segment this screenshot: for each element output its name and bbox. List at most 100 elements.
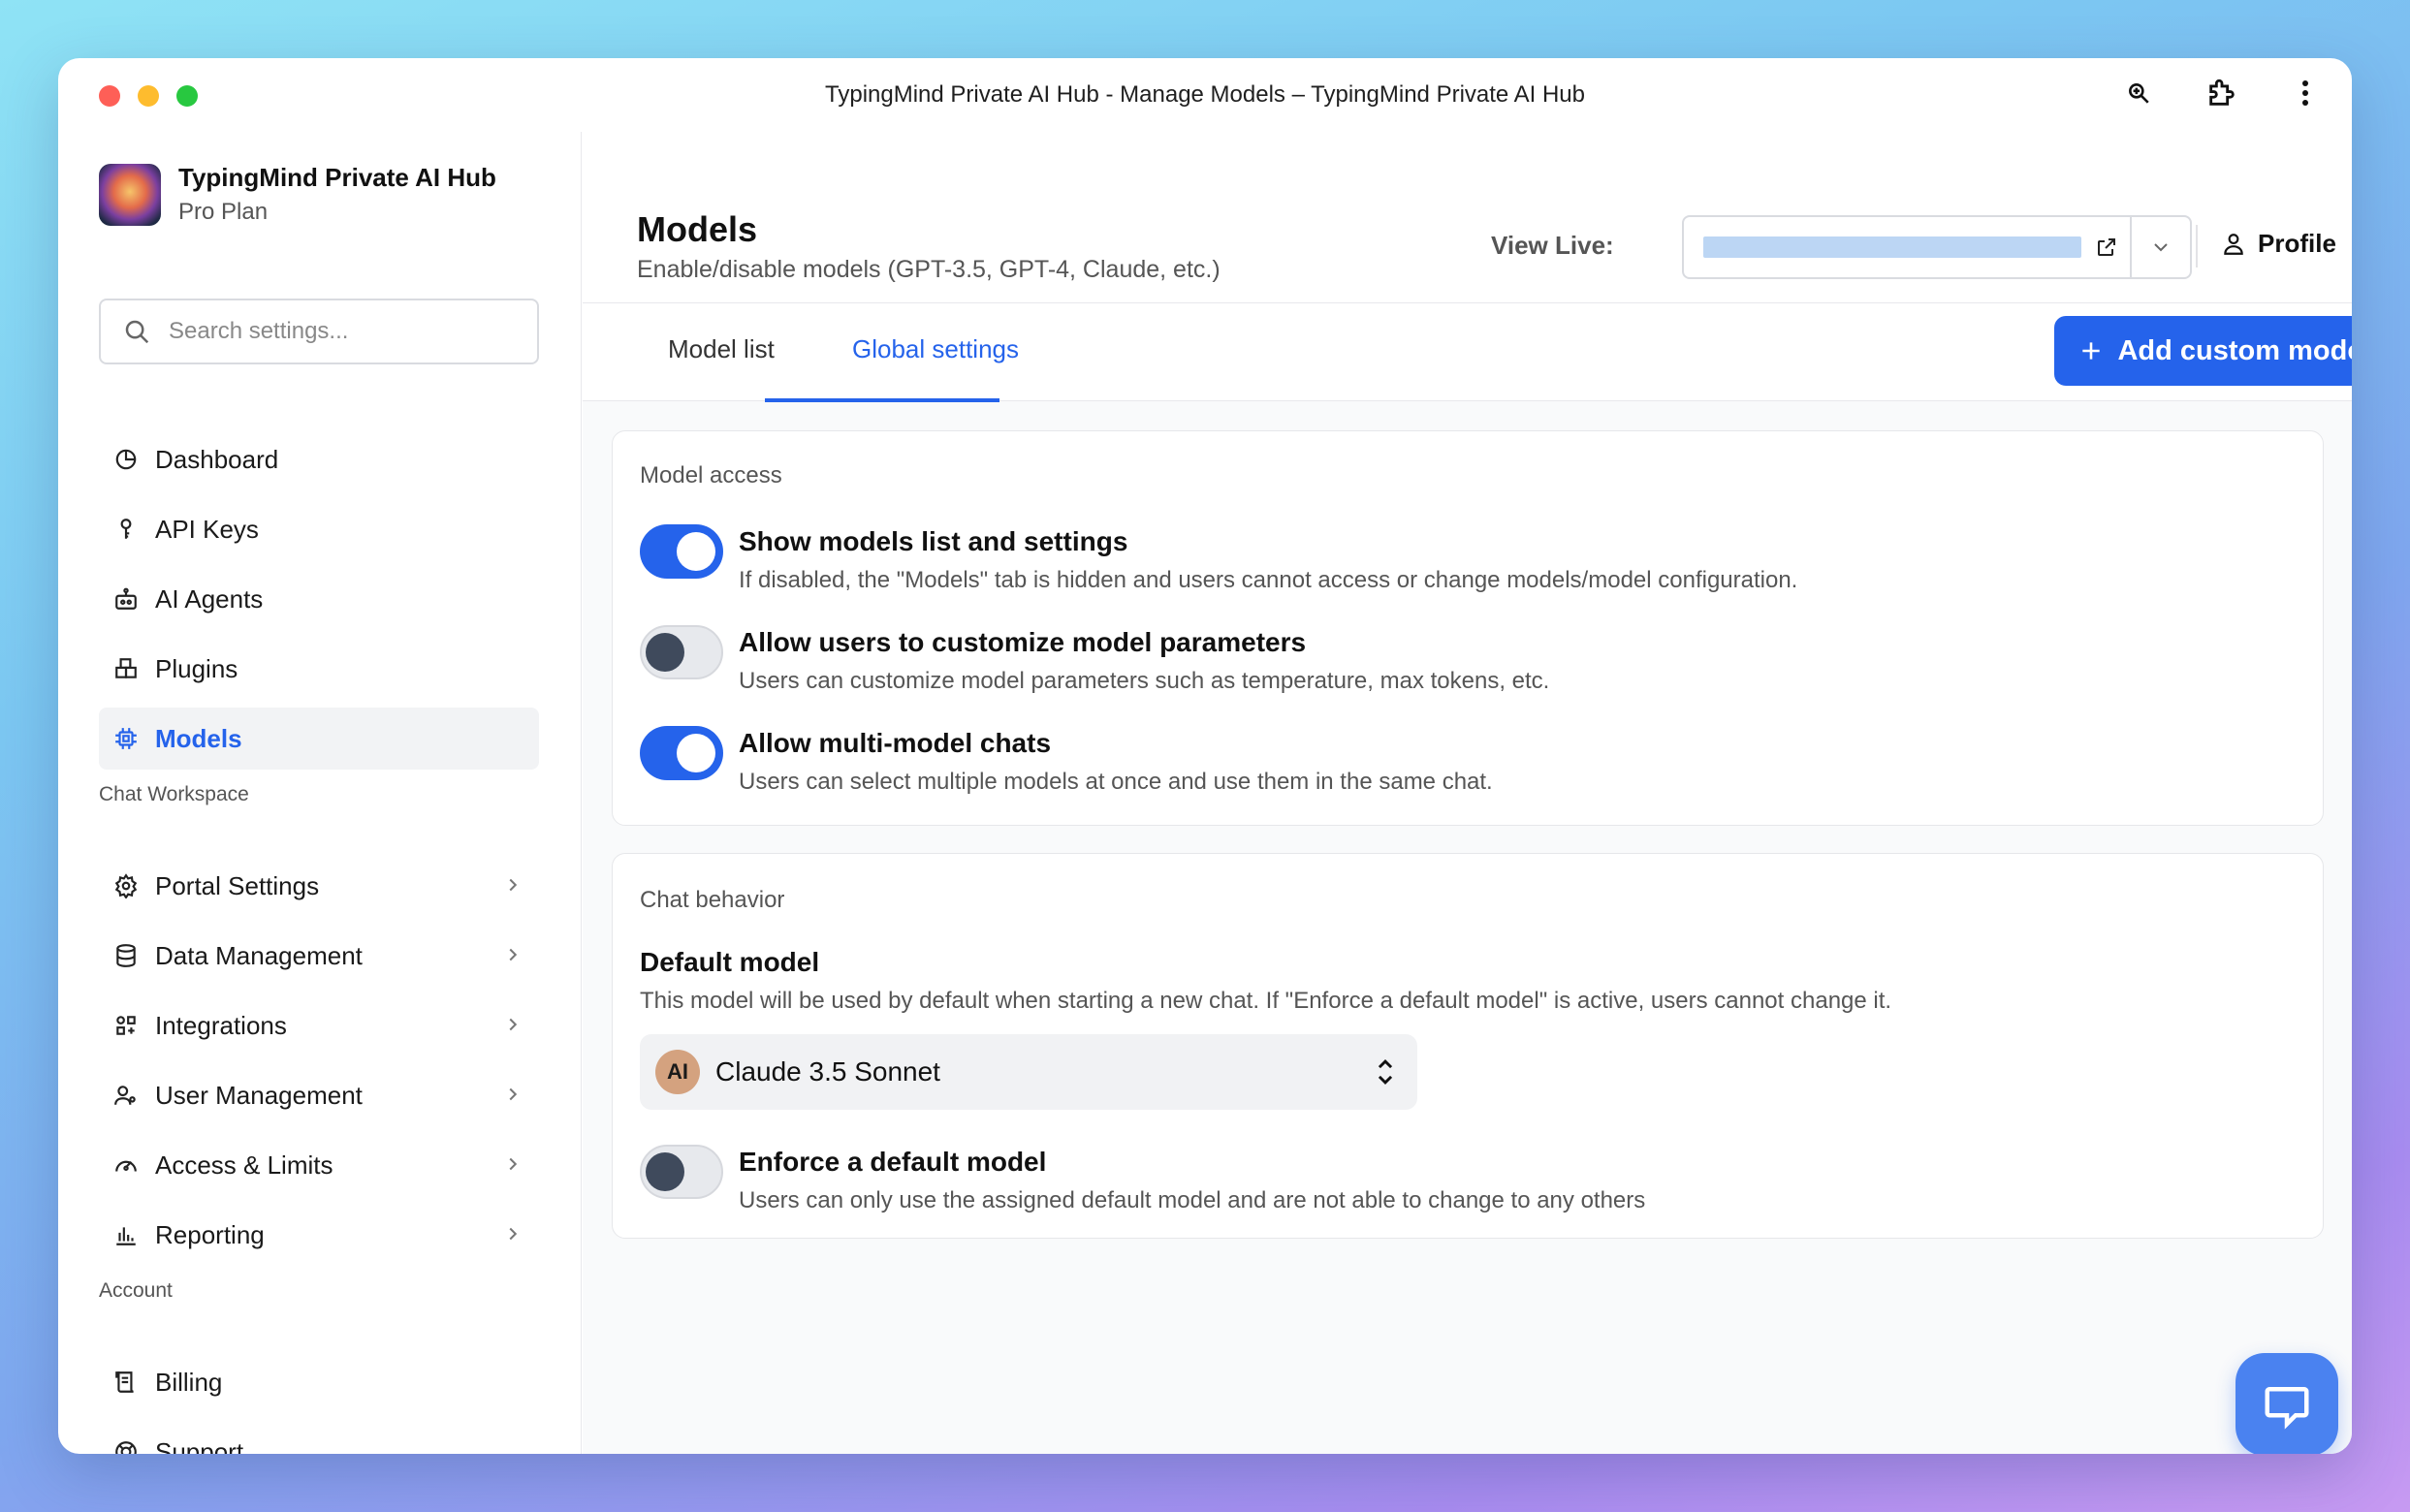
workspace-nav: Portal Settings Data Management Integrat… [99, 855, 539, 1274]
sidebar-item-access-limits[interactable]: Access & Limits [99, 1134, 539, 1196]
setting-title: Allow multi-model chats [739, 728, 1052, 758]
setting-customize-params: Allow users to customize model parameter… [640, 625, 1549, 695]
multi-model-toggle[interactable] [640, 726, 723, 780]
chevron-right-icon [509, 878, 518, 892]
divider [2196, 225, 2198, 268]
tab-global-settings[interactable]: Global settings [852, 334, 1019, 364]
setting-multi-model: Allow multi-model chats Users can select… [640, 726, 1493, 796]
user-icon [2224, 233, 2243, 255]
maximize-window-button[interactable] [176, 85, 198, 107]
view-live-selector[interactable] [1682, 215, 2192, 279]
integrations-icon [112, 1012, 140, 1039]
extensions-icon[interactable] [2204, 76, 2239, 110]
plugins-icon [112, 655, 140, 682]
account-nav: Billing Support [99, 1351, 539, 1454]
sidebar-item-support[interactable]: Support [99, 1421, 539, 1454]
sidebar-item-reporting[interactable]: Reporting [99, 1204, 539, 1266]
chevron-right-icon [509, 1087, 518, 1101]
sidebar-item-ai-agents[interactable]: AI Agents [99, 568, 539, 630]
add-custom-model-button[interactable]: Add custom model [2054, 316, 2352, 386]
section-label-account: Account [99, 1279, 173, 1302]
setting-title: Show models list and settings [739, 526, 1128, 556]
browser-toolbar [2121, 76, 2323, 110]
database-icon [112, 942, 140, 969]
default-model-description: This model will be used by default when … [640, 988, 1892, 1014]
selected-model: Claude 3.5 Sonnet [715, 1056, 940, 1087]
profile-button[interactable]: Profile [2221, 229, 2336, 259]
sidebar-item-label: Billing [155, 1367, 223, 1397]
setting-description: Users can customize model parameters suc… [739, 668, 1550, 694]
minimize-window-button[interactable] [138, 85, 159, 107]
plus-icon [2082, 342, 2101, 360]
brand[interactable]: TypingMind Private AI Hub Pro Plan [99, 163, 496, 226]
sidebar-item-models[interactable]: Models [99, 708, 539, 770]
setting-show-models: Show models list and settings If disable… [640, 524, 1797, 594]
sidebar-item-label: User Management [155, 1080, 363, 1110]
active-tab-indicator [765, 398, 999, 402]
sidebar-item-label: Portal Settings [155, 870, 320, 900]
close-window-button[interactable] [99, 85, 120, 107]
brand-name: TypingMind Private AI Hub [178, 163, 496, 192]
search-input[interactable] [169, 318, 498, 345]
external-link-icon[interactable] [2089, 236, 2124, 259]
sidebar-item-data-management[interactable]: Data Management [99, 925, 539, 987]
default-model-select[interactable]: AI Claude 3.5 Sonnet [640, 1034, 1417, 1110]
anthropic-logo-icon: AI [655, 1050, 700, 1094]
agents-icon [112, 585, 140, 613]
sidebar-item-portal-settings[interactable]: Portal Settings [99, 855, 539, 917]
setting-description: Users can only use the assigned default … [739, 1187, 1646, 1213]
chevron-down-icon[interactable] [2132, 217, 2190, 277]
view-live-url[interactable] [1703, 236, 2081, 258]
sidebar-item-user-management[interactable]: User Management [99, 1064, 539, 1126]
sidebar-item-label: Dashboard [155, 444, 279, 474]
chevron-right-icon [509, 1018, 518, 1031]
model-access-card: Model access Show models list and settin… [612, 430, 2324, 826]
tab-model-list[interactable]: Model list [668, 334, 775, 364]
receipt-icon [112, 1369, 140, 1396]
brand-plan: Pro Plan [178, 199, 269, 225]
chevron-right-icon [509, 948, 518, 961]
search-settings[interactable] [99, 299, 539, 364]
sidebar-item-label: API Keys [155, 514, 259, 544]
more-menu-icon[interactable] [2288, 76, 2323, 110]
window-title: TypingMind Private AI Hub - Manage Model… [825, 81, 1585, 108]
sidebar-item-label: Plugins [155, 653, 238, 683]
customize-params-toggle[interactable] [640, 625, 723, 679]
setting-description: Users can select multiple models at once… [739, 769, 1493, 795]
sidebar-item-label: Reporting [155, 1219, 265, 1249]
window-controls [99, 85, 198, 107]
sidebar-item-label: Integrations [155, 1010, 287, 1040]
section-label-chat-workspace: Chat Workspace [99, 783, 249, 805]
show-models-toggle[interactable] [640, 524, 723, 579]
search-icon [125, 320, 149, 344]
sidebar-item-billing[interactable]: Billing [99, 1351, 539, 1413]
bar-chart-icon [112, 1221, 140, 1248]
sidebar-item-api-keys[interactable]: API Keys [99, 498, 539, 560]
profile-label: Profile [2258, 229, 2336, 258]
setting-title: Allow users to customize model parameter… [739, 627, 1307, 657]
sidebar-item-label: Data Management [155, 940, 363, 970]
chat-behavior-card: Chat behavior Default model This model w… [612, 853, 2324, 1239]
main-content: Models Enable/disable models (GPT-3.5, G… [583, 132, 2352, 1454]
add-custom-model-label: Add custom model [2117, 334, 2352, 366]
setting-enforce-default: Enforce a default model Users can only u… [640, 1145, 1645, 1214]
key-icon [112, 516, 140, 543]
card-title: Model access [640, 462, 782, 488]
sidebar-item-dashboard[interactable]: Dashboard [99, 428, 539, 490]
view-live-label: View Live: [1491, 231, 1614, 260]
pie-chart-icon [112, 446, 140, 473]
chevron-up-down-icon [1378, 1059, 1393, 1085]
sidebar-item-label: Models [155, 723, 242, 753]
sidebar-item-plugins[interactable]: Plugins [99, 638, 539, 700]
chat-support-button[interactable] [2236, 1353, 2338, 1454]
chip-icon [112, 725, 140, 752]
sidebar-item-label: Access & Limits [155, 1150, 333, 1180]
zoom-icon[interactable] [2121, 76, 2156, 110]
chevron-right-icon [509, 1227, 518, 1241]
page-title: Models [637, 209, 758, 249]
enforce-default-toggle[interactable] [640, 1145, 723, 1199]
app-window: TypingMind Private AI Hub - Manage Model… [58, 58, 2352, 1454]
page-header: Models Enable/disable models (GPT-3.5, G… [583, 132, 2352, 302]
sidebar-item-integrations[interactable]: Integrations [99, 994, 539, 1056]
gauge-icon [112, 1151, 140, 1179]
